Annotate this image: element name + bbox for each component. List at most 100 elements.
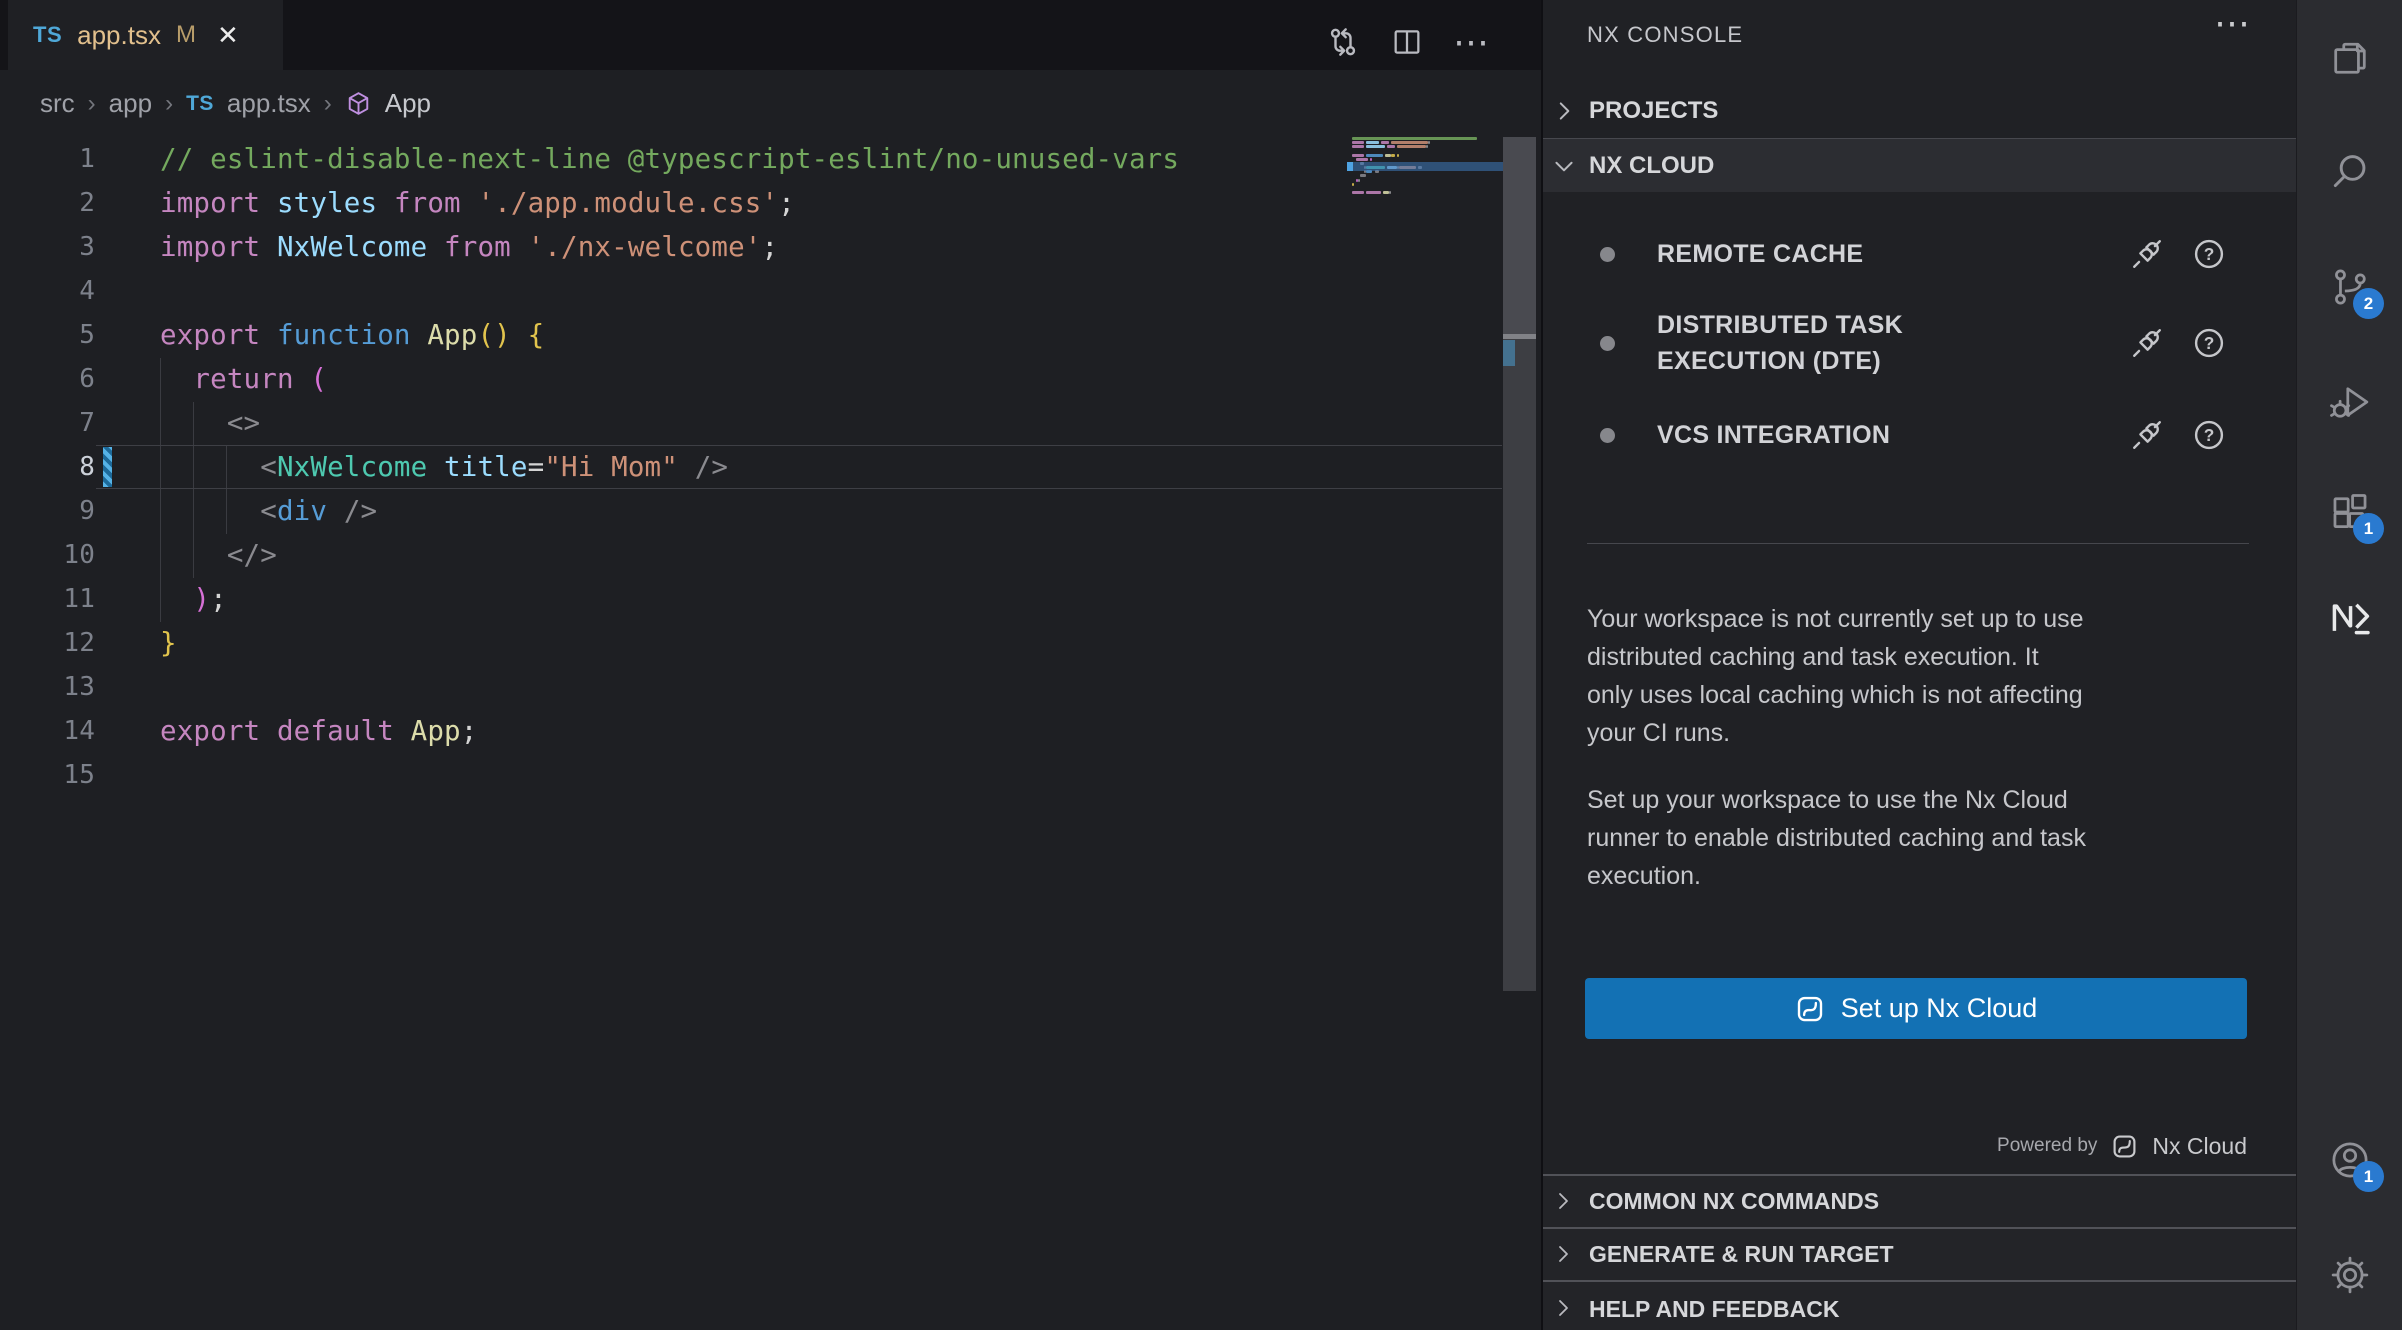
- section-help-and-feedback[interactable]: HELP AND FEEDBACK: [1543, 1280, 2296, 1330]
- line-number: 7: [0, 401, 95, 445]
- minimap-line-fragment: [1352, 183, 1354, 186]
- minimap-line-fragment: [1387, 145, 1395, 148]
- minimap-line-fragment: [1358, 179, 1360, 182]
- run-debug-icon[interactable]: [2328, 380, 2372, 424]
- line-number: 1: [0, 137, 95, 181]
- explorer-icon[interactable]: [2328, 36, 2372, 80]
- code-line-10[interactable]: 10 </>: [0, 533, 1541, 577]
- code-line-8[interactable]: 8 <NxWelcome title="Hi Mom" />: [0, 445, 1541, 489]
- minimap-line-fragment: [1352, 191, 1364, 194]
- code-line-3[interactable]: 3import NxWelcome from './nx-welcome';: [0, 225, 1541, 269]
- breadcrumb-item-app-tsx[interactable]: app.tsx: [227, 88, 311, 119]
- code-line-13[interactable]: 13: [0, 665, 1541, 709]
- breadcrumb-separator: ›: [88, 90, 96, 118]
- section-nx-cloud[interactable]: NX CLOUD: [1543, 138, 2296, 192]
- minimap-line-fragment: [1366, 145, 1384, 148]
- settings-icon[interactable]: [2328, 1253, 2372, 1297]
- section-label: GENERATE & RUN TARGET: [1589, 1241, 1894, 1268]
- code-text: // eslint-disable-next-line @typescript-…: [160, 137, 1179, 181]
- setup-nx-cloud-button[interactable]: Set up Nx Cloud: [1585, 978, 2247, 1039]
- code-text: <div />: [160, 489, 377, 533]
- minimap-line-fragment: [1381, 141, 1389, 144]
- section-common-nx-commands[interactable]: COMMON NX COMMANDS: [1543, 1174, 2296, 1227]
- connect-plug-icon[interactable]: [2129, 325, 2165, 361]
- account-icon[interactable]: 1: [2328, 1138, 2372, 1182]
- line-number: 10: [0, 533, 95, 577]
- connect-plug-icon[interactable]: [2129, 236, 2165, 272]
- split-editor-icon[interactable]: [1386, 21, 1428, 63]
- minimap-line-fragment: [1352, 145, 1364, 148]
- code-text: export function App() {: [160, 313, 544, 357]
- search-icon[interactable]: [2328, 150, 2372, 194]
- connect-plug-icon[interactable]: [2129, 417, 2165, 453]
- code-line-6[interactable]: 6 return (: [0, 357, 1541, 401]
- code-editor[interactable]: 1 // eslint-disable-next-line @typescript…: [0, 137, 1541, 797]
- code-line-2[interactable]: 2import styles from './app.module.css';: [0, 181, 1541, 225]
- chevron-right-icon: [1551, 1242, 1577, 1268]
- minimap-line-fragment: [1352, 154, 1364, 157]
- powered-by-label: Powered by: [1997, 1135, 2097, 1157]
- code-text: export default App;: [160, 709, 477, 753]
- overview-ruler-cursor-marker: [1503, 334, 1536, 339]
- code-line-1[interactable]: 1 // eslint-disable-next-line @typescript…: [0, 137, 1541, 181]
- code-lines: 1 // eslint-disable-next-line @typescript…: [0, 137, 1541, 797]
- cloud-feature-vcs-integration: VCS INTEGRATION?: [1543, 409, 2296, 461]
- panel-title: NX CONSOLE: [1587, 22, 1743, 48]
- help-icon[interactable]: ?: [2191, 236, 2227, 272]
- compare-changes-icon[interactable]: [1322, 21, 1364, 63]
- code-line-12[interactable]: 12}: [0, 621, 1541, 665]
- minimap-line-fragment: [1366, 141, 1378, 144]
- section-projects[interactable]: PROJECTS: [1543, 84, 2296, 138]
- code-line-4[interactable]: 4: [0, 269, 1541, 313]
- code-line-9[interactable]: 9 <div />: [0, 489, 1541, 533]
- chevron-right-icon: [1551, 1296, 1577, 1322]
- minimap-line-fragment: [1352, 141, 1364, 144]
- code-line-7[interactable]: 7 <>: [0, 401, 1541, 445]
- workspace-status-text: Your workspace is not currently set up t…: [1587, 600, 2267, 752]
- help-icon[interactable]: ?: [2191, 325, 2227, 361]
- status-bullet-icon: [1600, 428, 1615, 443]
- nx-cloud-brand-label: Nx Cloud: [2152, 1133, 2247, 1160]
- breadcrumb-item-app[interactable]: App: [385, 88, 431, 119]
- tab-bar: TS app.tsx M ✕: [0, 0, 1541, 70]
- cloud-feature-label: VCS INTEGRATION: [1657, 417, 1890, 453]
- code-line-14[interactable]: 14export default App;: [0, 709, 1541, 753]
- scrollbar-track[interactable]: [1503, 137, 1536, 991]
- scrollbar-slider[interactable]: [1503, 137, 1536, 334]
- help-icon[interactable]: ?: [2191, 417, 2227, 453]
- extensions-icon[interactable]: 1: [2328, 490, 2372, 534]
- nx-console-icon[interactable]: [2328, 596, 2372, 640]
- close-tab-icon[interactable]: ✕: [217, 20, 239, 51]
- section-generate-run-target[interactable]: GENERATE & RUN TARGET: [1543, 1227, 2296, 1280]
- overview-ruler-modified-marker: [1503, 340, 1515, 366]
- minimap-line-fragment: [1391, 154, 1395, 157]
- minimap-line-fragment: [1370, 158, 1372, 161]
- section-label: HELP AND FEEDBACK: [1589, 1296, 1839, 1323]
- tab-app-tsx[interactable]: TS app.tsx M ✕: [8, 0, 283, 70]
- code-line-11[interactable]: 11 );: [0, 577, 1541, 621]
- badge-count: 2: [2353, 288, 2384, 319]
- line-number: 4: [0, 269, 95, 313]
- code-line-15[interactable]: 15: [0, 753, 1541, 797]
- code-text: );: [160, 577, 227, 621]
- minimap[interactable]: [1347, 135, 1503, 205]
- breadcrumb-item-app[interactable]: app: [109, 88, 152, 119]
- line-number: 13: [0, 665, 95, 709]
- powered-by: Powered by Nx Cloud: [1997, 1126, 2247, 1166]
- minimap-line-fragment: [1366, 191, 1380, 194]
- setup-suggestion-text: Set up your workspace to use the Nx Clou…: [1587, 781, 2267, 895]
- cloud-feature-label: REMOTE CACHE: [1657, 236, 1863, 272]
- more-actions-icon[interactable]: ⋯: [1450, 21, 1492, 63]
- line-number: 3: [0, 225, 95, 269]
- code-line-5[interactable]: 5export function App() {: [0, 313, 1541, 357]
- line-number: 9: [0, 489, 95, 533]
- svg-text:?: ?: [2204, 425, 2215, 445]
- breadcrumb-item-src[interactable]: src: [40, 88, 75, 119]
- minimap-line-fragment: [1426, 145, 1428, 148]
- breadcrumb: src›app›TSapp.tsx›App: [0, 70, 1541, 137]
- panel-more-actions-icon[interactable]: ⋯: [2214, 2, 2250, 44]
- gutter-modified-marker: [103, 447, 112, 487]
- symbol-class-icon: [345, 90, 372, 117]
- source-control-icon[interactable]: 2: [2328, 265, 2372, 309]
- code-text: import styles from './app.module.css';: [160, 181, 795, 225]
